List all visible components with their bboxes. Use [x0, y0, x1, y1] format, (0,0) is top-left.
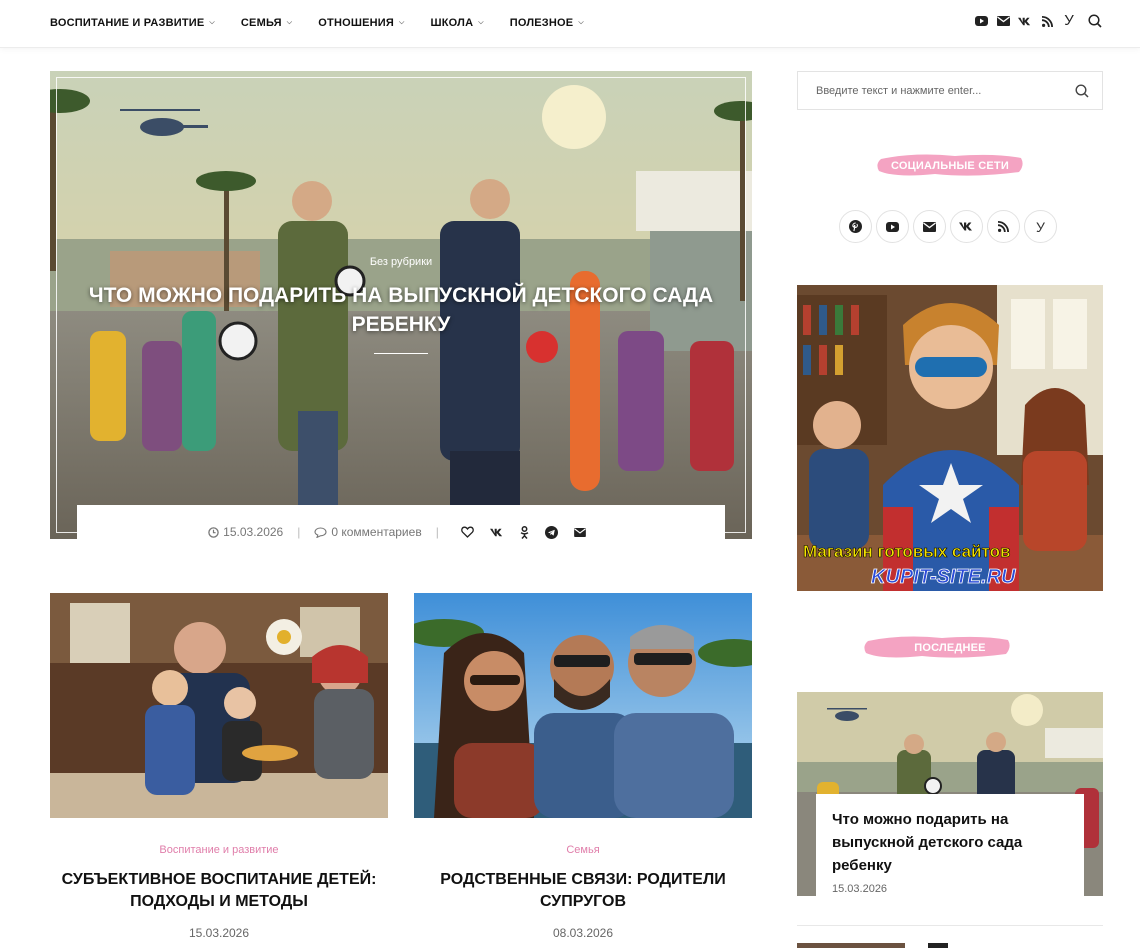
email-icon[interactable] — [573, 527, 586, 537]
latest-post-title[interactable]: Что можно подарить на выпускной детского… — [832, 808, 1068, 877]
next-post-thumbnail[interactable] — [797, 943, 905, 948]
share-buttons — [453, 525, 594, 539]
post-thumbnail[interactable] — [414, 593, 752, 818]
nav-item-label: ОТНОШЕНИЯ — [318, 17, 394, 29]
social-widget-heading: СОЦИАЛЬНЫЕ СЕТИ — [797, 150, 1103, 180]
nav-item-label: СЕМЬЯ — [240, 17, 282, 29]
post-category[interactable]: Воспитание и развитие — [50, 844, 388, 856]
nav-item-upbringing[interactable]: ВОСПИТАНИЕ И РАЗВИТИЕ ⌵ — [50, 17, 215, 29]
yandex-letter: У — [1036, 218, 1045, 235]
search-icon[interactable] — [1088, 14, 1102, 28]
post-category[interactable]: Семья — [414, 844, 752, 856]
telegram-icon[interactable] — [544, 525, 558, 539]
ad-banner[interactable]: Магазин готовых сайтов KUPIT-SITE.RU — [797, 285, 1103, 591]
nav-item-family[interactable]: СЕМЬЯ ⌵ — [241, 17, 292, 29]
sidebar-search — [797, 71, 1103, 110]
post-date: 08.03.2026 — [552, 926, 614, 940]
post-title[interactable]: СУБЪЕКТИВНОЕ ВОСПИТАНИЕ ДЕТЕЙ: ПОДХОДЫ И… — [50, 869, 388, 913]
heart-icon[interactable] — [460, 526, 474, 538]
post-card: Воспитание и развитие СУБЪЕКТИВНОЕ ВОСПИ… — [50, 593, 388, 940]
social-heading-text: СОЦИАЛЬНЫЕ СЕТИ — [891, 160, 1009, 172]
featured-comments-text: 0 комментариев — [331, 525, 422, 539]
latest-heading-text: ПОСЛЕДНЕЕ — [914, 642, 986, 654]
clock-icon — [208, 526, 219, 538]
latest-post[interactable]: Что можно подарить на выпускной детского… — [797, 692, 1103, 896]
pinterest-icon[interactable] — [839, 210, 872, 243]
main-nav: ВОСПИТАНИЕ И РАЗВИТИЕ ⌵ СЕМЬЯ ⌵ ОТНОШЕНИ… — [50, 0, 610, 46]
email-icon[interactable] — [996, 14, 1010, 28]
post-card: Семья РОДСТВЕННЫЕ СВЯЗИ: РОДИТЕЛИ СУПРУГ… — [414, 593, 752, 940]
featured-divider — [374, 353, 428, 354]
nav-item-school[interactable]: ШКОЛА ⌵ — [431, 17, 484, 29]
latest-post-caption: Что можно подарить на выпускной детского… — [816, 794, 1084, 896]
chevron-down-icon: ⌵ — [209, 19, 215, 26]
post-thumbnail[interactable] — [50, 593, 388, 818]
featured-category[interactable]: Без рубрики — [50, 256, 752, 268]
youtube-icon[interactable] — [876, 210, 909, 243]
vk-icon[interactable] — [1018, 14, 1032, 28]
chevron-down-icon: ⌵ — [478, 19, 484, 26]
featured-comments[interactable]: 0 комментариев — [314, 525, 422, 539]
rss-icon[interactable] — [987, 210, 1020, 243]
search-icon[interactable] — [1062, 83, 1102, 98]
post-date: 15.03.2026 — [188, 926, 250, 940]
ad-line2: KUPIT-SITE.RU — [871, 566, 1016, 588]
vk-icon[interactable] — [489, 528, 504, 537]
chevron-down-icon: ⌵ — [286, 19, 293, 26]
nav-item-relations[interactable]: ОТНОШЕНИЯ ⌵ — [318, 17, 404, 29]
comment-icon — [314, 526, 327, 538]
vk-icon[interactable] — [950, 210, 983, 243]
featured-meta-bar: 15.03.2026 | 0 комментариев | — [77, 505, 725, 559]
post-title[interactable]: РОДСТВЕННЫЕ СВЯЗИ: РОДИТЕЛИ СУПРУГОВ — [414, 869, 752, 913]
site-header: ВОСПИТАНИЕ И РАЗВИТИЕ ⌵ СЕМЬЯ ⌵ ОТНОШЕНИ… — [0, 0, 1140, 48]
header-social-icons: У — [966, 12, 1102, 29]
next-post-title-fragment — [928, 943, 948, 948]
featured-title[interactable]: ЧТО МОЖНО ПОДАРИТЬ НА ВЫПУСКНОЙ ДЕТСКОГО… — [50, 281, 752, 339]
nav-item-label: ВОСПИТАНИЕ И РАЗВИТИЕ — [50, 17, 205, 29]
nav-item-useful[interactable]: ПОЛЕЗНОЕ ⌵ — [510, 17, 584, 29]
rss-icon[interactable] — [1040, 14, 1054, 28]
social-buttons: У — [839, 210, 1061, 243]
yandex-icon[interactable]: У — [1062, 12, 1076, 29]
chevron-down-icon: ⌵ — [399, 19, 405, 26]
youtube-icon[interactable] — [974, 14, 988, 28]
meta-separator: | — [297, 525, 301, 539]
featured-post[interactable]: Без рубрики ЧТО МОЖНО ПОДАРИТЬ НА ВЫПУСК… — [50, 71, 752, 539]
ad-line1: Магазин готовых сайтов — [803, 542, 1010, 561]
search-input[interactable] — [798, 72, 1062, 109]
latest-post-date: 15.03.2026 — [832, 883, 888, 895]
yandex-letter: У — [1064, 12, 1074, 29]
nav-item-label: ПОЛЕЗНОЕ — [509, 17, 574, 29]
sidebar-divider — [797, 925, 1103, 926]
heading-brush: ПОСЛЕДНЕЕ — [864, 632, 1010, 662]
odnoklassniki-icon[interactable] — [520, 525, 529, 539]
featured-date: 15.03.2026 — [208, 525, 283, 539]
heading-brush: СОЦИАЛЬНЫЕ СЕТИ — [877, 150, 1023, 180]
nav-item-label: ШКОЛА — [430, 17, 474, 29]
chevron-down-icon: ⌵ — [578, 19, 584, 26]
featured-date-text: 15.03.2026 — [223, 525, 284, 539]
yandex-icon[interactable]: У — [1024, 210, 1057, 243]
meta-separator: | — [435, 525, 439, 539]
email-icon[interactable] — [913, 210, 946, 243]
latest-widget-heading: ПОСЛЕДНЕЕ — [797, 632, 1103, 662]
